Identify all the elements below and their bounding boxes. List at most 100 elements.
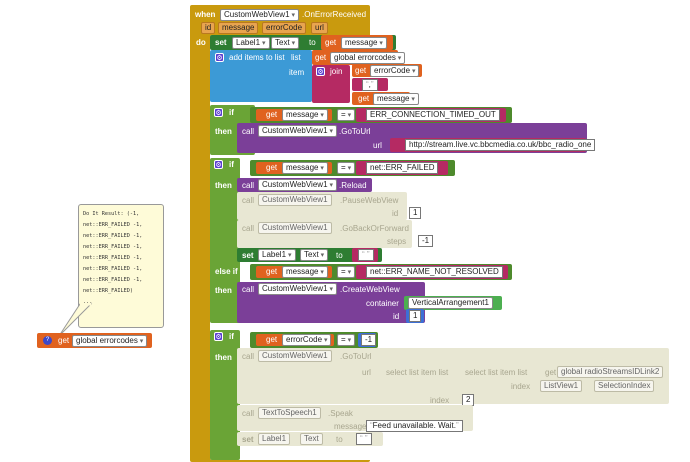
get-keyword: get xyxy=(355,66,367,75)
reload-method: .Reload xyxy=(339,181,367,190)
pause-component[interactable]: CustomWebView1 xyxy=(258,194,332,206)
param-errorcode[interactable]: errorCode xyxy=(262,22,307,34)
if3-then: then xyxy=(215,353,232,362)
if3-operator-dropdown[interactable]: = xyxy=(337,334,356,346)
if3-gear-icon[interactable]: ⚙ xyxy=(214,332,223,341)
if2-string-value[interactable]: net::ERR_FAILED xyxy=(366,162,439,174)
container-component-value[interactable]: VerticalArrangement1 xyxy=(408,297,493,309)
createwebview-component[interactable]: CustomWebView1 xyxy=(258,283,337,295)
call-keyword: call xyxy=(242,196,255,205)
join-gear-icon[interactable]: ⚙ xyxy=(316,67,325,76)
call-keyword: call xyxy=(242,224,255,233)
mutator-gear-icon[interactable]: ⚙ xyxy=(215,53,224,62)
if3-gotourl-component[interactable]: CustomWebView1 xyxy=(258,350,332,362)
result-line: net::ERR_FAILED) xyxy=(83,288,133,294)
listview-component[interactable]: ListView1 xyxy=(540,380,583,392)
get-keyword: get xyxy=(545,368,557,377)
if1-call-method: .GoToUrl xyxy=(339,127,371,136)
if2-get-dropdown[interactable]: message xyxy=(282,162,328,174)
get-keyword: get xyxy=(266,335,278,344)
empty-string-value[interactable]: “ ” xyxy=(358,249,374,261)
result-line: net::ERR_FAILED -1, xyxy=(83,255,143,261)
if3-get-dropdown[interactable]: errorCode xyxy=(282,334,332,346)
get-keyword: get xyxy=(325,38,337,47)
param-message[interactable]: message xyxy=(218,22,259,34)
if2-operator-dropdown[interactable]: = xyxy=(337,162,356,174)
pause-id-value[interactable]: 1 xyxy=(409,207,422,219)
createwebview-method: .CreateWebView xyxy=(340,285,400,294)
speak-message-string[interactable]: “Feed unavailable. Wait.” xyxy=(366,420,463,432)
speak-message-label: message xyxy=(334,422,367,431)
separator-string[interactable]: “,” xyxy=(362,79,378,91)
speak-method: .Speak xyxy=(328,409,353,418)
if2-gear-icon[interactable]: ⚙ xyxy=(214,160,223,169)
get-message-dropdown[interactable]: message xyxy=(341,37,387,49)
set-keyword: set xyxy=(215,38,227,47)
get-errorcode-dropdown[interactable]: errorCode xyxy=(370,65,420,77)
elseif-get-dropdown[interactable]: message xyxy=(282,266,328,278)
steps-value[interactable]: -1 xyxy=(418,235,434,247)
if2-then: then xyxy=(215,181,232,190)
if1-url-string[interactable]: http://stream.live.vc.bbcmedia.co.uk/bbc… xyxy=(405,139,596,151)
param-url[interactable]: url xyxy=(311,22,328,34)
if2-elseif: else if xyxy=(215,267,238,276)
createwebview-id-value[interactable]: 1 xyxy=(409,310,422,322)
get-message-dropdown-2[interactable]: message xyxy=(373,93,419,105)
if3-list-var-dropdown[interactable]: global radioStreamsIDLink2 xyxy=(557,366,664,378)
do-label: do xyxy=(196,38,206,47)
get-errorcodes-dropdown[interactable]: global errorcodes xyxy=(72,335,148,347)
createwebview-id-label: id xyxy=(393,312,400,321)
set-property-dropdown[interactable]: Text xyxy=(271,37,300,49)
if3-set-component[interactable]: Label1 xyxy=(258,433,291,445)
set-to-label: to xyxy=(336,435,343,444)
if1-keyword: if xyxy=(229,108,234,117)
if3-index-label: index xyxy=(511,382,531,391)
get-list-dropdown[interactable]: global errorcodes xyxy=(330,52,406,64)
if1-string-value[interactable]: ERR_CONNECTION_TIMED_OUT xyxy=(366,109,500,121)
get-keyword: get xyxy=(266,110,278,119)
set-to-label: to xyxy=(309,38,316,47)
container-label: container xyxy=(366,299,399,308)
listview-property[interactable]: SelectionIndex xyxy=(594,380,655,392)
elseif-string-value[interactable]: net::ERR_NAME_NOT_RESOLVED xyxy=(366,266,503,278)
call-keyword: call xyxy=(242,181,255,190)
if3-keyword: if xyxy=(229,332,234,341)
if3-gotourl-method: .GoToUrl xyxy=(340,352,372,361)
call-keyword: call xyxy=(242,285,255,294)
if1-gear-icon[interactable]: ⚙ xyxy=(214,108,223,117)
pause-method: .PauseWebView xyxy=(340,196,399,205)
if1-operator-dropdown[interactable]: = xyxy=(337,109,356,121)
elseif-operator-dropdown[interactable]: = xyxy=(337,266,356,278)
if3-url-label: url xyxy=(362,368,371,377)
set-property-dropdown-2[interactable]: Text xyxy=(300,249,329,261)
reload-component[interactable]: CustomWebView1 xyxy=(258,179,337,191)
set-to-label: to xyxy=(336,251,343,260)
if1-get-dropdown[interactable]: message xyxy=(282,109,328,121)
add-items-title: add items to list xyxy=(229,53,285,62)
set-component-dropdown-2[interactable]: Label1 xyxy=(258,249,296,261)
if3-empty-string[interactable]: “ ” xyxy=(356,433,372,445)
result-line: net::ERR_FAILED -1, xyxy=(83,244,143,250)
result-line: net::ERR_FAILED -1, xyxy=(83,222,143,228)
if3-number-value[interactable]: -1 xyxy=(361,334,377,346)
when-label: when xyxy=(195,10,216,19)
event-component-dropdown[interactable]: CustomWebView1 xyxy=(220,9,299,21)
get-keyword: get xyxy=(58,336,70,345)
warning-badge-icon[interactable]: ? xyxy=(43,336,52,345)
if3-set-property[interactable]: Text xyxy=(300,433,323,445)
if2-keyword: if xyxy=(229,160,234,169)
if1-call-component[interactable]: CustomWebView1 xyxy=(258,125,337,137)
gobackforward-method: .GoBackOrForward xyxy=(340,224,409,233)
select-list-item-outer: select list item list xyxy=(386,368,449,377)
get-keyword: get xyxy=(266,267,278,276)
if2-then2: then xyxy=(215,286,232,295)
select-list-item-inner: select list item list xyxy=(465,368,528,377)
result-line: Do It Result: (-1, xyxy=(83,211,140,217)
if3-block[interactable] xyxy=(210,330,240,460)
gobackforward-component[interactable]: CustomWebView1 xyxy=(258,222,332,234)
param-id[interactable]: id xyxy=(201,22,216,34)
speak-component[interactable]: TextToSpeech1 xyxy=(258,407,321,419)
if1-url-label: url xyxy=(373,141,382,150)
event-name: .OnErrorReceived xyxy=(302,10,367,19)
set-component-dropdown[interactable]: Label1 xyxy=(232,37,270,49)
